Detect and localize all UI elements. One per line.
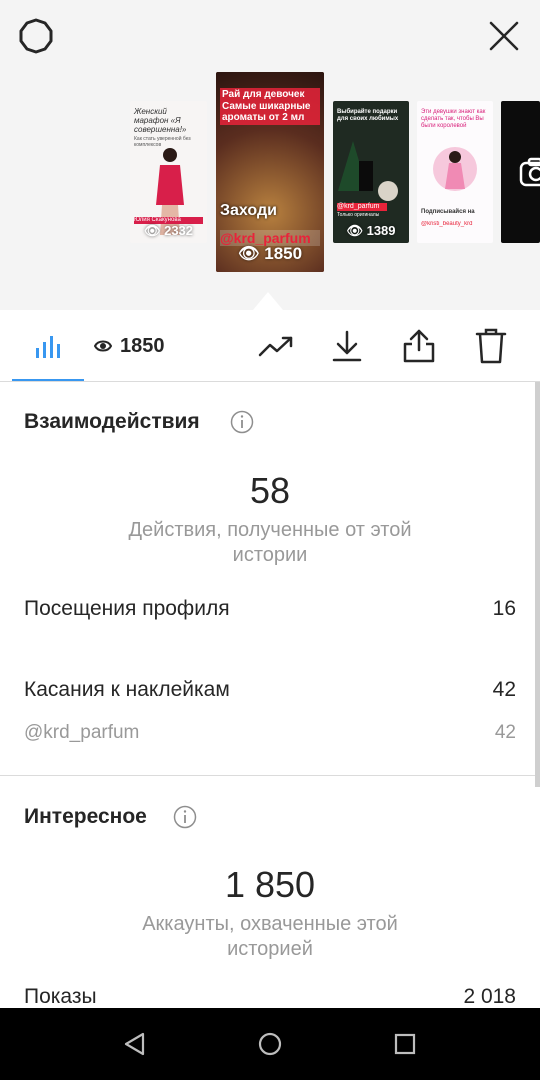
- story-caption: Рай для девочек Самые шикарные ароматы о…: [220, 88, 320, 125]
- story-handle: @kristi_beauty_krd: [421, 221, 473, 227]
- settings-gear-icon[interactable]: [16, 16, 56, 56]
- story-caption-small: Только оригиналы: [337, 212, 380, 218]
- insights-panel: Взаимодействия 58 Действия, полученные о…: [0, 382, 540, 1008]
- views-count: 1850: [120, 334, 165, 357]
- trending-icon: [258, 336, 293, 357]
- interactions-total: 58: [249, 470, 291, 511]
- back-icon[interactable]: [117, 1026, 153, 1062]
- trash-icon: [475, 328, 507, 364]
- story-views: 👁 1389: [346, 223, 396, 238]
- delete-button[interactable]: [471, 310, 511, 382]
- impressions-value: 2 018: [463, 985, 516, 1008]
- story-thumbnail-selected[interactable]: Рай для девочек Самые шикарные ароматы о…: [216, 72, 324, 272]
- sticker-taps-value: 42: [492, 678, 516, 701]
- scrollbar[interactable]: [535, 382, 540, 787]
- profile-visits-label: Посещения профиля: [24, 597, 230, 620]
- story-caption: Женский марафон «Я совершенна!»: [134, 107, 187, 135]
- stories-header: Женский марафон «Я совершенна!» Как стат…: [0, 0, 540, 310]
- camera-icon: [519, 157, 540, 187]
- tab-viewers[interactable]: 1850: [94, 310, 184, 382]
- download-button[interactable]: [327, 310, 367, 382]
- story-views: 👁 1850: [237, 244, 303, 263]
- story-thumbnail[interactable]: Эти девушки знают как сделать так, чтобы…: [417, 101, 493, 243]
- story-caption-small: Подписывайся на: [421, 209, 475, 215]
- system-nav-bar: [0, 1008, 540, 1080]
- story-caption-main: Заходи: [220, 202, 277, 219]
- bar-chart-icon: [36, 336, 60, 358]
- discovery-title: Интересное: [24, 805, 147, 828]
- tab-underline: [12, 379, 84, 381]
- sticker-taps-label: Касания к наклейкам: [24, 678, 230, 701]
- share-icon: [403, 329, 435, 363]
- add-story-thumbnail[interactable]: [501, 101, 540, 243]
- story-thumbnail[interactable]: Выбирайте подарки для своих любимых @krd…: [333, 101, 409, 243]
- promote-button[interactable]: [256, 310, 296, 382]
- tab-insights[interactable]: [12, 310, 84, 382]
- profile-visits-value: 16: [492, 597, 516, 620]
- info-icon[interactable]: [173, 805, 197, 829]
- story-caption: Эти девушки знают как сделать так, чтобы…: [421, 109, 486, 129]
- interactions-caption: Действия, полученные от этой истории: [128, 519, 412, 566]
- share-button[interactable]: [399, 310, 439, 382]
- story-handle: @krd_parfum: [337, 203, 387, 212]
- sticker-handle-value: 42: [494, 722, 516, 743]
- story-image: [433, 147, 477, 191]
- close-icon[interactable]: [484, 16, 524, 56]
- interactions-title: Взаимодействия: [24, 410, 200, 433]
- story-thumbnail[interactable]: Женский марафон «Я совершенна!» Как стат…: [130, 101, 207, 243]
- eye-icon: [94, 340, 112, 352]
- discovery-total: 1 850: [224, 864, 316, 905]
- selected-story-pointer: [253, 292, 283, 310]
- recents-icon[interactable]: [387, 1026, 423, 1062]
- insights-toolbar: 1850: [0, 310, 540, 382]
- download-icon: [332, 330, 362, 362]
- story-views: 👁 2332: [143, 223, 194, 238]
- story-caption: Выбирайте подарки для своих любимых: [337, 109, 399, 122]
- story-views-count: 1850: [264, 244, 303, 263]
- info-icon[interactable]: [230, 410, 254, 434]
- sticker-handle-label: @krd_parfum: [24, 722, 140, 743]
- story-views-count: 1389: [366, 223, 396, 238]
- section-divider: [0, 775, 540, 776]
- home-icon[interactable]: [252, 1026, 288, 1062]
- impressions-label: Показы: [24, 985, 97, 1008]
- discovery-caption: Аккаунты, охваченные этой историей: [142, 913, 398, 960]
- story-views-count: 2332: [164, 223, 194, 238]
